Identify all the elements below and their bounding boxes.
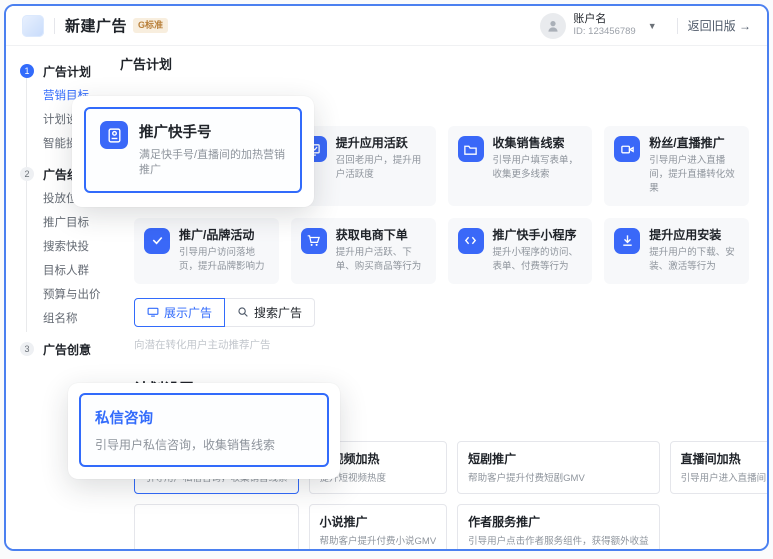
scene-card-covered[interactable]: [134, 504, 299, 551]
check-icon: [144, 228, 170, 254]
page-title: 广告计划: [120, 54, 749, 73]
scene-card-live-room-heat[interactable]: 直播间加热 引导用户进入直播间，提升直播间热度: [670, 441, 769, 494]
top-header: 新建广告 G标准 账户名 ID: 123456789 ▼ 返回旧版 →: [6, 6, 767, 46]
search-ads-button[interactable]: 搜索广告: [225, 298, 315, 327]
display-ads-button[interactable]: 展示广告: [134, 298, 225, 327]
download-icon: [614, 228, 640, 254]
miniapp-icon: [458, 228, 484, 254]
cart-icon: [301, 228, 327, 254]
marketing-goal-tooltip-card[interactable]: 推广快手号 满足快手号/直播间的加热营销推广: [84, 107, 302, 193]
marketing-goal-tooltip: 推广快手号 满足快手号/直播间的加热营销推广: [72, 96, 314, 207]
sidebar-item-budget-bid[interactable]: 预算与出价: [20, 286, 101, 302]
step-number-badge: 3: [20, 342, 34, 356]
avatar[interactable]: [540, 13, 566, 39]
back-to-old-version-link[interactable]: 返回旧版 →: [688, 17, 751, 34]
ad-type-hint: 向潜在转化用户主动推荐广告: [134, 337, 749, 352]
tooltip-title: 私信咨询: [95, 407, 313, 428]
search-icon: [237, 306, 249, 318]
brand-logo: [22, 15, 44, 37]
display-icon: [147, 306, 159, 318]
sidebar-item-promotion-goal[interactable]: 推广目标: [20, 214, 89, 230]
id-badge-icon: [100, 121, 128, 149]
account-name: 账户名: [573, 13, 635, 27]
page-title-header: 新建广告: [65, 15, 127, 36]
scene-tooltip: 私信咨询 引导用户私信咨询，收集销售线索: [68, 383, 340, 479]
user-icon: [545, 18, 561, 34]
tooltip-desc: 引导用户私信咨询，收集销售线索: [95, 436, 313, 453]
marketing-card-mini-program[interactable]: 推广快手小程序 提升小程序的访问、表单、付费等行为: [448, 218, 593, 284]
scene-card-author-service[interactable]: 作者服务推广 引导用户点击作者服务组件，获得额外收益: [457, 504, 660, 551]
divider: [54, 18, 55, 34]
account-info: 账户名 ID: 123456789: [573, 13, 635, 39]
sidebar-item-group-name[interactable]: 组名称: [20, 310, 78, 326]
sidebar-step-ad-plan[interactable]: 1 广告计划: [20, 59, 116, 83]
divider: [677, 18, 678, 34]
sidebar-item-search-quick-invest[interactable]: 搜索快投: [20, 238, 89, 254]
ad-type-switch: 展示广告 搜索广告: [134, 298, 315, 327]
sidebar-item-target-audience[interactable]: 目标人群: [20, 262, 89, 278]
marketing-card-app-install[interactable]: 提升应用安装 提升用户的下载、安装、激活等行为: [604, 218, 749, 284]
chevron-down-icon[interactable]: ▼: [648, 21, 657, 31]
marketing-card-sales-leads[interactable]: 收集销售线索 引导用户填写表单，收集更多线索: [448, 126, 593, 206]
step-number-badge: 1: [20, 64, 34, 78]
version-badge: G标准: [133, 18, 168, 33]
marketing-card-fans-live[interactable]: 粉丝/直播推广 引导用户进入直播间，提升直播转化效果: [604, 126, 749, 206]
marketing-card-ecommerce-order[interactable]: 获取电商下单 提升用户活跃、下单、购买商品等行为: [291, 218, 436, 284]
folder-icon: [458, 136, 484, 162]
scene-card-novel[interactable]: 小说推广 帮助客户提升付费小说GMV: [309, 504, 448, 551]
tooltip-desc: 满足快手号/直播间的加热营销推广: [139, 148, 286, 179]
sidebar-step-ad-creative[interactable]: 3 广告创意: [20, 337, 116, 361]
step-number-badge: 2: [20, 167, 34, 181]
scene-card-short-drama[interactable]: 短剧推广 帮助客户提升付费短剧GMV: [457, 441, 660, 494]
marketing-card-brand-activity[interactable]: 推广/品牌活动 引导用户访问落地页，提升品牌影响力: [134, 218, 279, 284]
app-window: 新建广告 G标准 账户名 ID: 123456789 ▼ 返回旧版 → 1 广告…: [4, 4, 769, 551]
account-id: ID: 123456789: [573, 26, 635, 38]
tooltip-title: 推广快手号: [139, 121, 286, 142]
video-icon: [614, 136, 640, 162]
scene-tooltip-card[interactable]: 私信咨询 引导用户私信咨询，收集销售线索: [79, 393, 329, 467]
